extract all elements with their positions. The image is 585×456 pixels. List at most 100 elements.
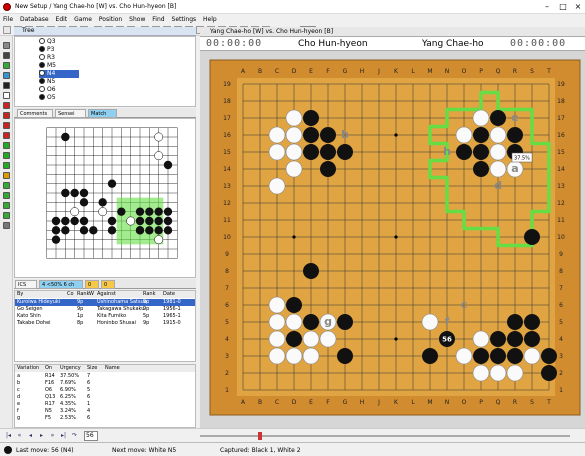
tool-2-icon[interactable]: [3, 62, 10, 69]
black-stone[interactable]: [490, 348, 506, 364]
toolbar-new-icon[interactable]: [3, 26, 11, 34]
close-button[interactable]: ×: [571, 1, 585, 13]
match-header-cell[interactable]: By: [17, 291, 23, 298]
white-stone[interactable]: [472, 330, 490, 348]
white-stone[interactable]: [285, 126, 303, 144]
tab-comments[interactable]: Comments: [17, 109, 53, 118]
variations-header-cell[interactable]: Urgency: [60, 365, 81, 372]
table-row[interactable]: c O6 6.90% 5: [15, 387, 195, 394]
tool-12-icon[interactable]: [3, 162, 10, 169]
menu-find[interactable]: Find: [149, 14, 166, 23]
white-stone[interactable]: [472, 364, 490, 382]
tree-item[interactable]: O5: [39, 94, 79, 102]
tool-0-icon[interactable]: [3, 42, 10, 49]
white-stone[interactable]: [319, 330, 337, 348]
tool-9-icon[interactable]: [3, 132, 10, 139]
table-row[interactable]: d Q13 6.25% 6: [15, 394, 195, 401]
menu-position[interactable]: Position: [96, 14, 124, 23]
tool-6-icon[interactable]: [3, 102, 10, 109]
table-row[interactable]: e R17 4.35% 1: [15, 401, 195, 408]
variation-label[interactable]: d: [494, 179, 502, 192]
black-stone[interactable]: [490, 110, 506, 126]
move-slider-thumb[interactable]: [258, 432, 262, 440]
table-row[interactable]: Go Seigen 9p Takagawa Shukaku 9p 1956-1: [15, 306, 195, 313]
nav-next-button[interactable]: ▸: [37, 432, 46, 440]
tool-17-icon[interactable]: [3, 212, 10, 219]
move-slider-track[interactable]: [200, 435, 570, 437]
menu-file[interactable]: File: [0, 14, 15, 23]
table-row[interactable]: Kuroiwa Hideyuki 9p Ushinohama Satsuo 9p 198…: [15, 299, 195, 306]
black-stone[interactable]: [286, 331, 302, 347]
nav-first-button[interactable]: |◂: [4, 432, 13, 440]
tool-3-icon[interactable]: [3, 72, 10, 79]
white-stone[interactable]: [506, 364, 524, 382]
white-stone[interactable]: [268, 347, 286, 365]
black-stone[interactable]: [507, 331, 523, 347]
variations-header-cell[interactable]: On: [45, 365, 52, 372]
match-tab-b[interactable]: 0: [101, 280, 115, 289]
black-stone[interactable]: [337, 314, 353, 330]
match-header-cell[interactable]: W: [89, 291, 94, 298]
variation-label[interactable]: g: [324, 315, 332, 328]
black-stone[interactable]: [337, 144, 353, 160]
tree-item[interactable]: R3: [39, 54, 79, 62]
variation-label[interactable]: f: [445, 315, 450, 328]
table-row[interactable]: g F5 2.53% 6: [15, 415, 195, 422]
black-stone[interactable]: [473, 348, 489, 364]
white-stone[interactable]: [268, 126, 286, 144]
white-stone[interactable]: [455, 126, 473, 144]
match-tab-results[interactable]: 4 <50% 6 ch: [39, 280, 83, 289]
variation-label[interactable]: h: [443, 145, 451, 158]
tool-11-icon[interactable]: [3, 152, 10, 159]
black-stone[interactable]: [473, 144, 489, 160]
white-stone[interactable]: [489, 364, 507, 382]
black-stone[interactable]: [320, 127, 336, 143]
tool-7-icon[interactable]: [3, 112, 10, 119]
black-stone[interactable]: [490, 331, 506, 347]
white-stone[interactable]: [268, 296, 286, 314]
black-stone[interactable]: [320, 144, 336, 160]
minimize-button[interactable]: –: [540, 1, 554, 13]
nav-jump-button[interactable]: ↷: [70, 432, 79, 440]
white-stone[interactable]: [302, 330, 320, 348]
white-stone[interactable]: [285, 347, 303, 365]
white-stone[interactable]: [421, 313, 439, 331]
table-row[interactable]: Kato Shin 1p Kita Fumiko 5p 1965-1: [15, 313, 195, 320]
match-header-cell[interactable]: Date: [163, 291, 175, 298]
tab-sensei[interactable]: Sensei: [55, 109, 86, 118]
variations-header-cell[interactable]: Variation: [17, 365, 39, 372]
tool-5-icon[interactable]: [3, 92, 10, 99]
tool-13-icon[interactable]: [3, 172, 10, 179]
black-stone[interactable]: [422, 348, 438, 364]
go-board[interactable]: AABBCCDDEEFFGGHHJJKKLLMMNNOOPPQQRRSSTT19…: [200, 51, 585, 428]
table-row[interactable]: b F16 7.69% 6: [15, 380, 195, 387]
white-stone[interactable]: [285, 313, 303, 331]
match-header-cell[interactable]: Co: [67, 291, 74, 298]
white-stone[interactable]: [285, 160, 303, 178]
white-stone[interactable]: [268, 330, 286, 348]
white-stone[interactable]: [268, 177, 286, 195]
tool-10-icon[interactable]: [3, 142, 10, 149]
variation-label[interactable]: b: [341, 128, 349, 141]
menu-game[interactable]: Game: [71, 14, 94, 23]
tool-1-icon[interactable]: [3, 52, 10, 59]
tool-18-icon[interactable]: [3, 222, 10, 229]
tool-15-icon[interactable]: [3, 192, 10, 199]
match-tab-ics[interactable]: ICS: [15, 280, 37, 289]
white-stone[interactable]: [302, 347, 320, 365]
menu-settings[interactable]: Settings: [169, 14, 199, 23]
nav-next-fast-button[interactable]: »: [48, 432, 57, 440]
black-stone[interactable]: [303, 314, 319, 330]
white-stone[interactable]: [489, 143, 507, 161]
move-number-field[interactable]: 56: [84, 431, 98, 441]
maximize-button[interactable]: □: [556, 1, 570, 13]
tree-item[interactable]: Q3: [39, 38, 79, 46]
black-stone[interactable]: [303, 144, 319, 160]
black-stone[interactable]: [524, 331, 540, 347]
black-stone[interactable]: [337, 348, 353, 364]
black-stone[interactable]: [541, 365, 557, 381]
black-stone[interactable]: [320, 161, 336, 177]
tree-item[interactable]: M5: [39, 62, 79, 70]
variations-header-cell[interactable]: Size: [87, 365, 97, 372]
tree-item[interactable]: N4: [39, 70, 79, 78]
